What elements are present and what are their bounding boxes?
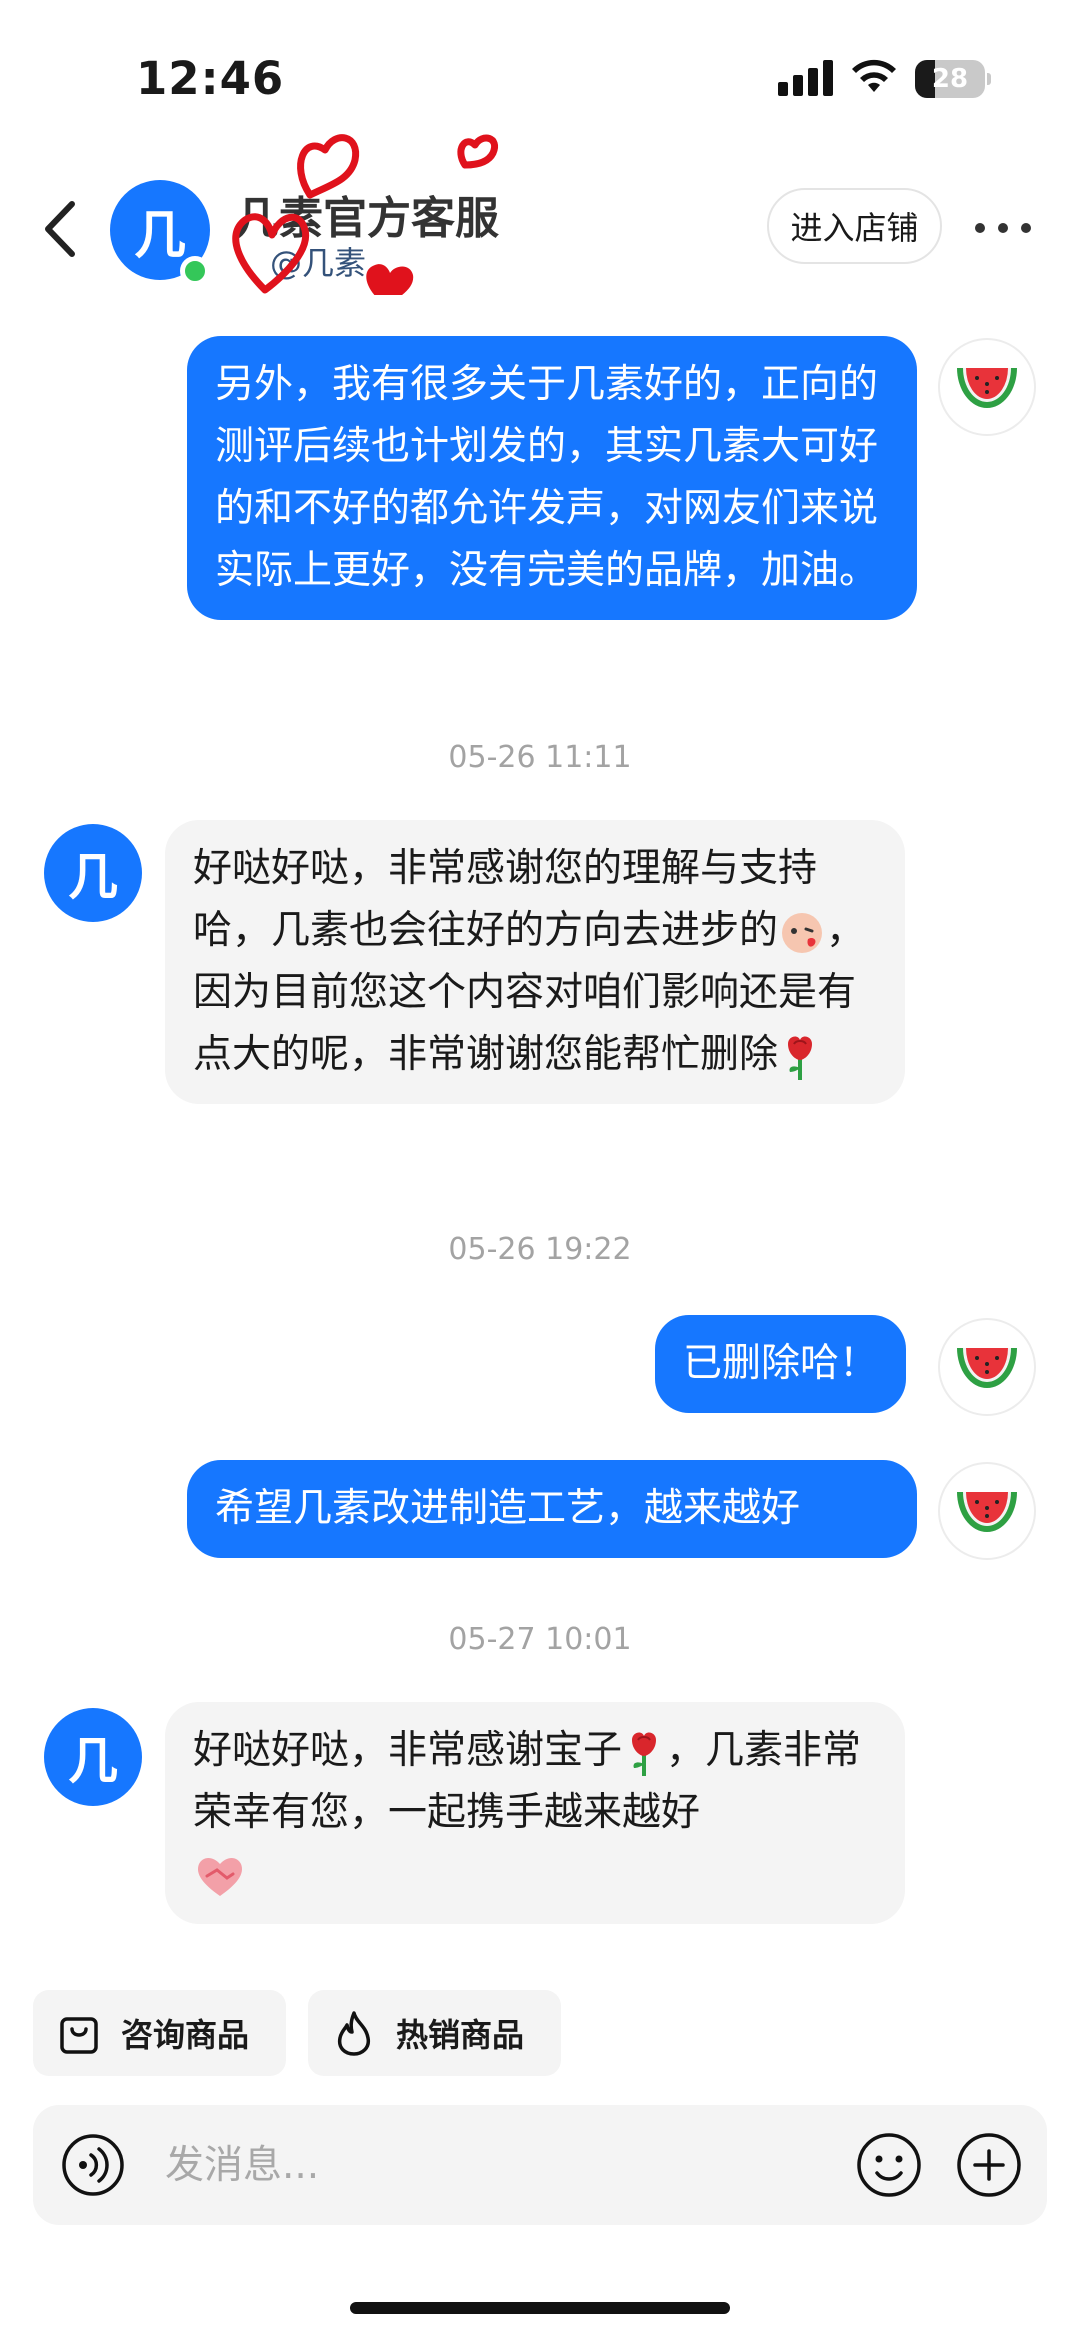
message-bubble-outgoing[interactable]: 希望几素改进制造工艺，越来越好 (187, 1460, 917, 1558)
chat-title[interactable]: 几素官方客服 (235, 182, 499, 246)
message-text: 好哒好哒，非常感谢您的理解与支持哈，几素也会往好的方向去进步的 (193, 846, 818, 953)
battery-icon: 28 (915, 60, 991, 98)
online-status-dot (180, 256, 210, 286)
watermelon-icon (957, 368, 1017, 408)
more-dot-icon (998, 223, 1008, 233)
message-timestamp: 05-26 11:11 (448, 740, 632, 775)
more-dot-icon (1021, 223, 1031, 233)
agent-avatar[interactable]: 几 (44, 1708, 142, 1806)
user-avatar[interactable] (938, 1462, 1036, 1560)
message-bubble-incoming[interactable]: 好哒好哒，非常感谢宝子 ，几素非常荣幸有您，一起携手越来越好 (165, 1702, 905, 1924)
rose-emoji-icon (788, 1036, 813, 1080)
message-bubble-outgoing[interactable]: 另外，我有很多关于几素好的，正向的测评后续也计划发的，其实几素大可好的和不好的都… (187, 336, 917, 620)
user-avatar[interactable] (938, 1318, 1036, 1416)
status-time: 12:46 (136, 52, 285, 105)
message-input-bar (33, 2105, 1047, 2225)
cellular-signal-icon (778, 60, 833, 96)
agent-avatar[interactable]: 几 (44, 824, 142, 922)
wifi-icon (852, 59, 896, 92)
enter-shop-button[interactable]: 进入店铺 (767, 188, 942, 264)
message-timestamp: 05-27 10:01 (448, 1622, 632, 1657)
chat-header: 几 几素官方客服 @几素 进入店铺 (0, 160, 1080, 300)
shopping-bag-icon (60, 2017, 98, 2054)
message-text: 已删除哈！ (683, 1341, 879, 1386)
watermelon-icon (957, 1492, 1017, 1532)
voice-input-button[interactable] (61, 2133, 125, 2197)
shop-avatar[interactable]: 几 (110, 180, 210, 286)
kiss-face-emoji-icon (782, 912, 823, 953)
message-bubble-incoming[interactable]: 好哒好哒，非常感谢您的理解与支持哈，几素也会往好的方向去进步的 ，因为目前您这个… (165, 820, 905, 1104)
back-button[interactable] (36, 196, 86, 262)
quick-action-label: 咨询商品 (121, 2016, 250, 2054)
message-bubble-outgoing[interactable]: 已删除哈！ (655, 1315, 907, 1413)
quick-action-label: 热销商品 (396, 2016, 525, 2054)
message-text: 另外，我有很多关于几素好的，正向的测评后续也计划发的，其实几素大可好的和不好的都… (215, 362, 879, 593)
message-input[interactable] (165, 2129, 725, 2201)
watermelon-icon (957, 1348, 1017, 1388)
message-timestamp: 05-26 19:22 (448, 1232, 632, 1267)
battery-level-text: 28 (931, 64, 969, 94)
message-text: 好哒好哒，非常感谢宝子 (193, 1728, 623, 1773)
emoji-button[interactable] (855, 2131, 923, 2199)
chat-subtitle[interactable]: @几素 (270, 238, 366, 284)
hot-products-button[interactable]: 热销商品 (308, 1990, 561, 2076)
handshake-heart-emoji-icon (197, 1857, 243, 1896)
more-dot-icon (975, 223, 985, 233)
user-avatar[interactable] (938, 338, 1036, 436)
consult-product-button[interactable]: 咨询商品 (33, 1990, 286, 2076)
avatar-logo: 几 (133, 205, 186, 266)
status-bar: 12:46 28 (0, 0, 1080, 150)
message-text: 希望几素改进制造工艺，越来越好 (215, 1486, 801, 1531)
avatar-logo: 几 (68, 848, 118, 906)
avatar-logo: 几 (68, 1732, 118, 1790)
flame-icon (337, 2011, 371, 2056)
home-indicator (350, 2302, 730, 2314)
plus-button[interactable] (955, 2131, 1023, 2199)
more-options-button[interactable] (975, 205, 1031, 251)
rose-emoji-icon (632, 1732, 657, 1776)
